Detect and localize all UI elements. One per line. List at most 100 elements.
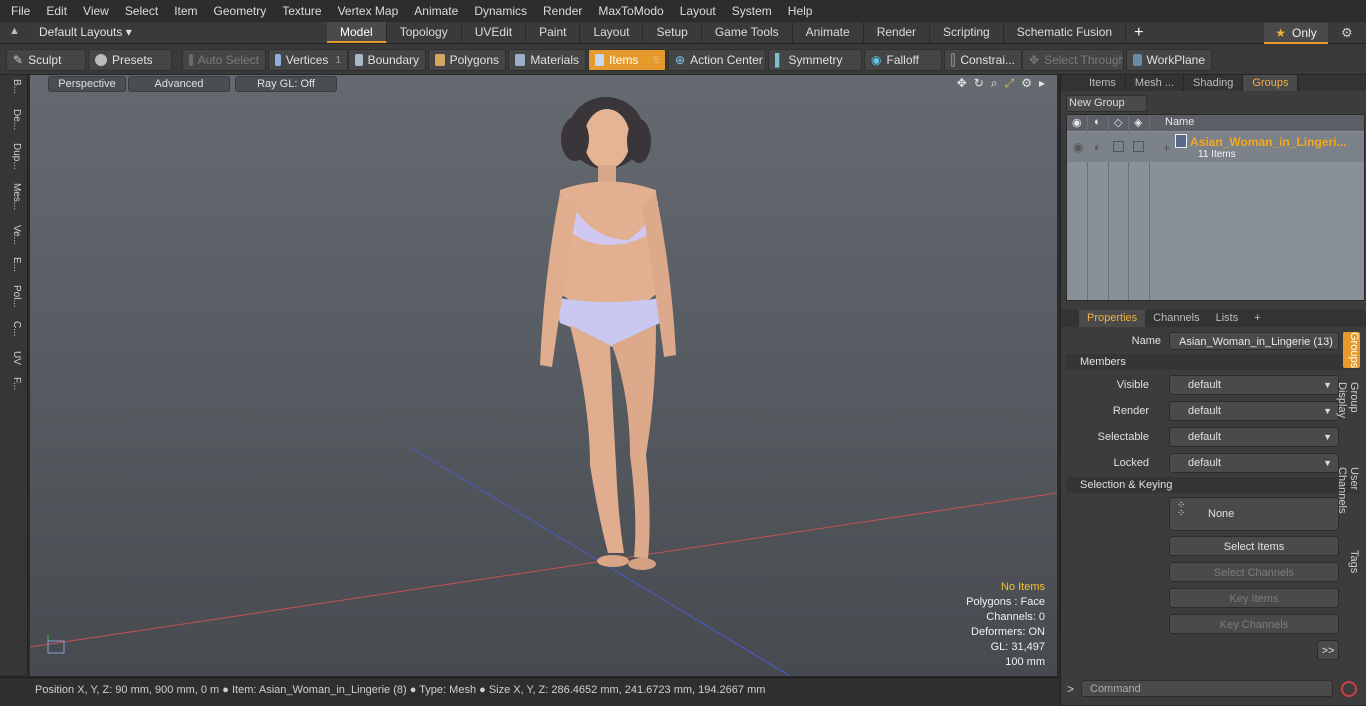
pin-icon[interactable]: ▲ bbox=[9, 25, 20, 37]
more-button[interactable]: >> bbox=[1317, 640, 1339, 660]
left-tab-f[interactable]: F... bbox=[4, 377, 22, 390]
members-section[interactable]: Members bbox=[1066, 354, 1359, 370]
menu-maxtomodo[interactable]: MaxToModo bbox=[590, 0, 671, 22]
left-tab-dup[interactable]: Dup... bbox=[4, 143, 22, 170]
presets-button[interactable]: Presets bbox=[88, 49, 172, 71]
none-button[interactable]: ⁘ ⁘ None bbox=[1169, 497, 1339, 531]
menu-item[interactable]: Item bbox=[166, 0, 205, 22]
tab-items[interactable]: Items bbox=[1061, 75, 1126, 91]
key-channels-button[interactable]: Key Channels bbox=[1169, 614, 1339, 634]
tab-topology[interactable]: Topology bbox=[387, 22, 462, 43]
action-center-button[interactable]: ⊕ Action Center bbox=[668, 49, 766, 71]
fit-icon[interactable]: ⤢ bbox=[1005, 76, 1015, 91]
select-items-button[interactable]: Select Items bbox=[1169, 536, 1339, 556]
render-dropdown[interactable]: default ▼ bbox=[1169, 401, 1339, 421]
tab-shading[interactable]: Shading bbox=[1184, 75, 1244, 91]
tab-uvedit[interactable]: UVEdit bbox=[462, 22, 527, 43]
menu-layout[interactable]: Layout bbox=[672, 0, 724, 22]
constraints-button[interactable]: Constrai... bbox=[944, 49, 1022, 71]
left-tab-de[interactable]: De... bbox=[4, 109, 22, 130]
tab-channels[interactable]: Channels bbox=[1145, 310, 1207, 327]
items-button[interactable]: Items 5 bbox=[588, 49, 666, 71]
boundary-button[interactable]: Boundary bbox=[348, 49, 426, 71]
viewport-gear-icon[interactable]: ⚙ bbox=[1021, 76, 1032, 91]
tab-lists[interactable]: Lists bbox=[1208, 310, 1247, 327]
symmetry-button[interactable]: ▌ Symmetry bbox=[768, 49, 862, 71]
vertices-button[interactable]: Vertices 1 bbox=[268, 49, 348, 71]
3d-viewport[interactable]: Perspective Advanced Ray GL: Off ✥ ↻ ⌕ ⤢… bbox=[30, 75, 1057, 676]
only-button[interactable]: ★ Only bbox=[1264, 23, 1328, 44]
group-row[interactable]: ◉ ◐ + Asian_Woman_in_Lingeri... 11 Items bbox=[1067, 132, 1364, 162]
tab-paint[interactable]: Paint bbox=[526, 22, 581, 43]
workplane-button[interactable]: WorkPlane bbox=[1126, 49, 1212, 71]
row-eye-icon[interactable]: ◉ bbox=[1073, 140, 1083, 154]
expand-icon[interactable]: + bbox=[1163, 141, 1170, 155]
rotate-icon[interactable]: ↻ bbox=[974, 76, 984, 91]
row-lock-checkbox[interactable] bbox=[1133, 141, 1144, 152]
new-group-button[interactable]: New Group bbox=[1066, 95, 1147, 112]
zoom-icon[interactable]: ⌕ bbox=[991, 76, 998, 91]
raygl-button[interactable]: Ray GL: Off bbox=[235, 76, 337, 92]
menu-system[interactable]: System bbox=[724, 0, 780, 22]
visible-dropdown[interactable]: default ▼ bbox=[1169, 375, 1339, 395]
tab-animate[interactable]: Animate bbox=[793, 22, 864, 43]
select-through-button[interactable]: ✥ Select Through bbox=[1022, 49, 1124, 71]
menu-texture[interactable]: Texture bbox=[274, 0, 329, 22]
left-tab-mes[interactable]: Mes... bbox=[4, 183, 22, 210]
falloff-button[interactable]: ◉ Falloff bbox=[864, 49, 942, 71]
tab-render[interactable]: Render bbox=[864, 22, 931, 43]
left-tab-e[interactable]: E... bbox=[4, 257, 22, 272]
add-tab-icon[interactable]: + bbox=[1126, 22, 1151, 43]
auto-select-button[interactable]: Auto Select bbox=[182, 49, 266, 71]
tab-groups[interactable]: Groups bbox=[1243, 75, 1299, 91]
menu-render[interactable]: Render bbox=[535, 0, 590, 22]
selection-keying-section[interactable]: Selection & Keying bbox=[1066, 477, 1359, 493]
name-field[interactable]: Asian_Woman_in_Lingerie (13) bbox=[1169, 332, 1339, 350]
command-input[interactable]: Command bbox=[1081, 680, 1333, 697]
menu-edit[interactable]: Edit bbox=[38, 0, 75, 22]
tab-game-tools[interactable]: Game Tools bbox=[702, 22, 793, 43]
layout-dropdown[interactable]: Default Layouts ▾ bbox=[39, 22, 132, 43]
tab-schematic-fusion[interactable]: Schematic Fusion bbox=[1004, 22, 1127, 43]
vtab-group-display[interactable]: Group Display bbox=[1336, 382, 1360, 418]
selectable-dropdown[interactable]: default ▼ bbox=[1169, 427, 1339, 447]
record-icon[interactable] bbox=[1341, 681, 1357, 697]
menu-select[interactable]: Select bbox=[117, 0, 166, 22]
tab-properties[interactable]: Properties bbox=[1079, 310, 1146, 327]
left-tab-c[interactable]: C... bbox=[4, 321, 22, 337]
left-tab-b[interactable]: B... bbox=[4, 79, 22, 94]
sculpt-button[interactable]: ✎ Sculpt bbox=[6, 49, 86, 71]
perspective-button[interactable]: Perspective bbox=[48, 76, 126, 92]
advanced-button[interactable]: Advanced bbox=[128, 76, 230, 92]
move-icon[interactable]: ✥ bbox=[957, 76, 967, 91]
menu-geometry[interactable]: Geometry bbox=[206, 0, 275, 22]
vtab-groups[interactable]: Groups bbox=[1343, 332, 1360, 369]
vtab-user-channels[interactable]: User Channels bbox=[1336, 467, 1360, 513]
gear-icon[interactable]: ⚙ bbox=[1341, 25, 1353, 41]
tab-scripting[interactable]: Scripting bbox=[930, 22, 1004, 43]
menu-view[interactable]: View bbox=[75, 0, 117, 22]
menu-help[interactable]: Help bbox=[780, 0, 821, 22]
vtab-tags[interactable]: Tags bbox=[1343, 550, 1360, 573]
menu-animate[interactable]: Animate bbox=[406, 0, 466, 22]
add-props-tab-icon[interactable]: + bbox=[1246, 310, 1268, 327]
materials-button[interactable]: Materials bbox=[508, 49, 586, 71]
left-tab-ve[interactable]: Ve... bbox=[4, 225, 22, 245]
left-tab-pol[interactable]: Pol... bbox=[4, 285, 22, 308]
chevron-down-icon: ▼ bbox=[1323, 458, 1332, 468]
menu-vertex-map[interactable]: Vertex Map bbox=[330, 0, 407, 22]
row-render-icon[interactable]: ◐ bbox=[1094, 140, 1101, 154]
select-channels-button[interactable]: Select Channels bbox=[1169, 562, 1339, 582]
key-items-button[interactable]: Key Items bbox=[1169, 588, 1339, 608]
viewport-menu-icon[interactable]: ▸ bbox=[1039, 76, 1045, 91]
locked-dropdown[interactable]: default ▼ bbox=[1169, 453, 1339, 473]
tab-layout[interactable]: Layout bbox=[580, 22, 644, 43]
menu-dynamics[interactable]: Dynamics bbox=[466, 0, 535, 22]
tab-setup[interactable]: Setup bbox=[643, 22, 702, 43]
tab-mesh[interactable]: Mesh ... bbox=[1126, 75, 1185, 91]
tab-model[interactable]: Model bbox=[327, 22, 387, 43]
polygons-button[interactable]: Polygons bbox=[428, 49, 506, 71]
row-select-checkbox[interactable] bbox=[1113, 141, 1124, 152]
menu-file[interactable]: File bbox=[0, 0, 38, 22]
left-tab-uv[interactable]: UV bbox=[4, 351, 22, 365]
